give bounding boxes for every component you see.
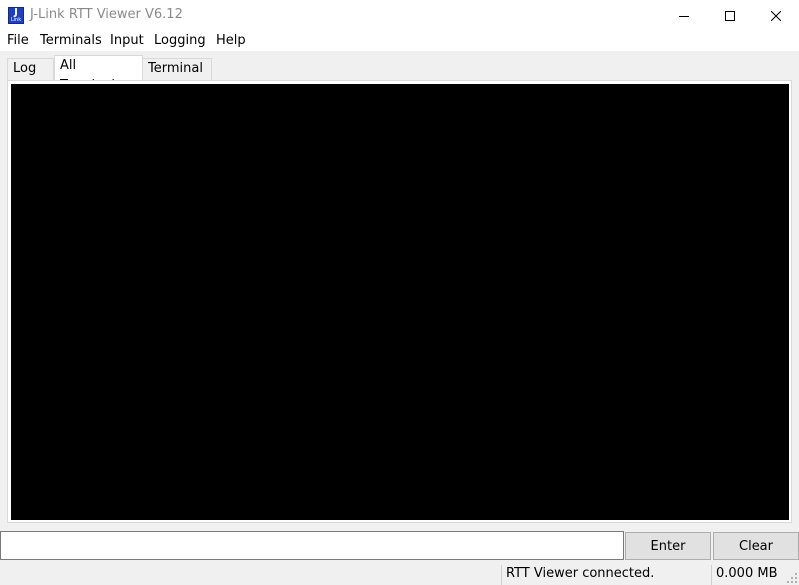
status-separator xyxy=(501,565,502,585)
clear-button[interactable]: Clear xyxy=(713,532,799,560)
resize-grip-icon[interactable] xyxy=(787,573,797,583)
tab-terminal-0[interactable]: Terminal 0 xyxy=(142,58,212,96)
clear-button-label: Clear xyxy=(739,538,773,554)
menu-input[interactable]: Input xyxy=(110,33,144,48)
maximize-icon xyxy=(725,10,735,21)
tab-strip: Log All Terminals Terminal 0 xyxy=(0,51,799,96)
jlink-app-icon: J Link xyxy=(8,7,24,24)
close-icon xyxy=(771,10,781,21)
tab-log-label: Log xyxy=(13,61,37,76)
enter-button[interactable]: Enter xyxy=(625,532,711,560)
menu-file[interactable]: File xyxy=(7,33,29,48)
minimize-button[interactable] xyxy=(661,0,707,31)
enter-button-label: Enter xyxy=(650,538,686,554)
maximize-button[interactable] xyxy=(707,0,753,31)
status-data-size: 0.000 MB xyxy=(716,566,778,581)
terminal-output[interactable] xyxy=(11,84,789,520)
status-separator xyxy=(711,565,712,585)
menu-terminals[interactable]: Terminals xyxy=(40,33,102,48)
window-title: J-Link RTT Viewer V6.12 xyxy=(30,7,183,22)
menu-help[interactable]: Help xyxy=(216,33,246,48)
tab-all-terminals[interactable]: All Terminals xyxy=(54,55,143,93)
status-message: RTT Viewer connected. xyxy=(506,566,655,581)
status-bar xyxy=(0,562,799,585)
menu-bar: File Terminals Input Logging Help xyxy=(0,31,799,51)
tab-log[interactable]: Log xyxy=(7,58,54,80)
minimize-icon xyxy=(679,15,689,17)
close-button[interactable] xyxy=(753,0,799,31)
menu-logging[interactable]: Logging xyxy=(154,33,206,48)
terminal-input-field[interactable] xyxy=(0,531,624,560)
title-bar: J Link J-Link RTT Viewer V6.12 xyxy=(0,0,799,31)
